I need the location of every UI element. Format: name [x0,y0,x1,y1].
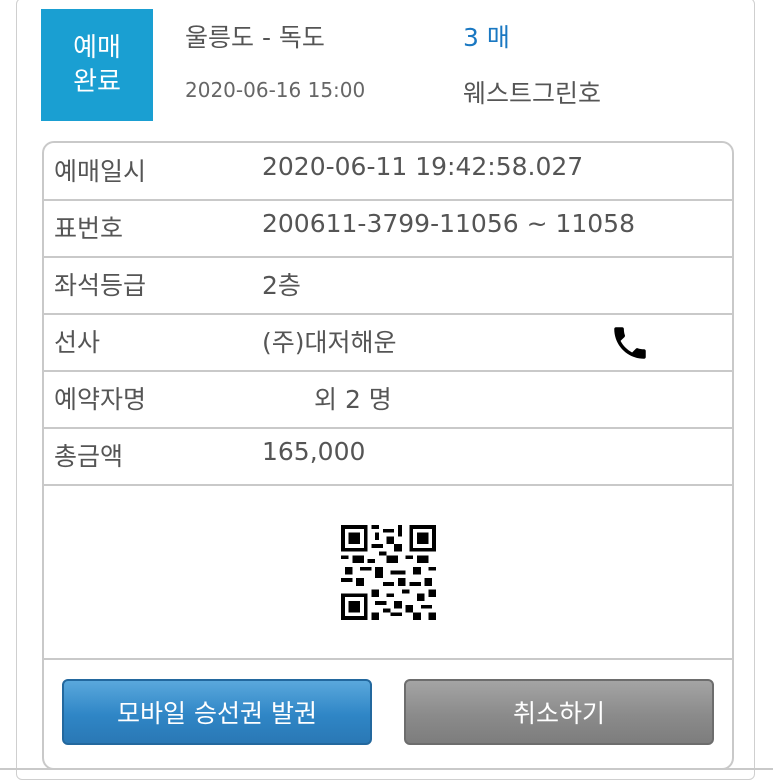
detail-value: 2층 [262,271,301,300]
detail-label: 예약자명 [54,385,147,414]
route-name: 울릉도 - 독도 [185,23,325,52]
status-badge: 예매 완료 [41,9,153,121]
status-line-1: 예매 [73,33,121,63]
detail-label: 선사 [54,328,101,357]
detail-label: 표번호 [54,214,124,243]
departure-datetime: 2020-06-16 15:00 [185,78,366,102]
reservation-detail-card: 예매일시 2020-06-11 19:42:58.027 표번호 200611-… [42,141,734,770]
detail-value: 외 2 명 [314,385,392,414]
issue-mobile-ticket-button[interactable]: 모바일 승선권 발권 [62,679,372,745]
detail-value: 2020-06-11 19:42:58.027 [262,152,584,181]
bottom-divider [0,768,773,770]
cancel-button-label: 취소하기 [512,699,605,728]
detail-label: 예매일시 [54,157,147,186]
detail-value: 165,000 [262,437,366,466]
detail-label: 좌석등급 [54,271,147,300]
qr-code-section [44,485,732,660]
ship-name: 웨스트그린호 [463,79,602,108]
detail-label: 총금액 [54,442,124,471]
detail-row-booking-time: 예매일시 2020-06-11 19:42:58.027 [44,143,732,201]
issue-button-label: 모바일 승선권 발권 [117,699,317,728]
detail-row-carrier: 선사 (주)대저해운 [44,314,732,372]
phone-icon[interactable] [602,322,658,364]
detail-row-ticket-number: 표번호 200611-3799-11056 ~ 11058 [44,200,732,258]
cancel-reservation-button[interactable]: 취소하기 [404,679,714,745]
status-line-2: 완료 [73,67,121,97]
detail-row-seat-class: 좌석등급 2층 [44,257,732,315]
detail-row-reserver-name: 예약자명 외 2 명 [44,371,732,429]
detail-value: 200611-3799-11056 ~ 11058 [262,209,635,238]
detail-value: (주)대저해운 [262,328,397,357]
qr-code [341,525,436,620]
ticket-count: 3 매 [463,23,510,52]
detail-row-total-amount: 총금액 165,000 [44,428,732,486]
